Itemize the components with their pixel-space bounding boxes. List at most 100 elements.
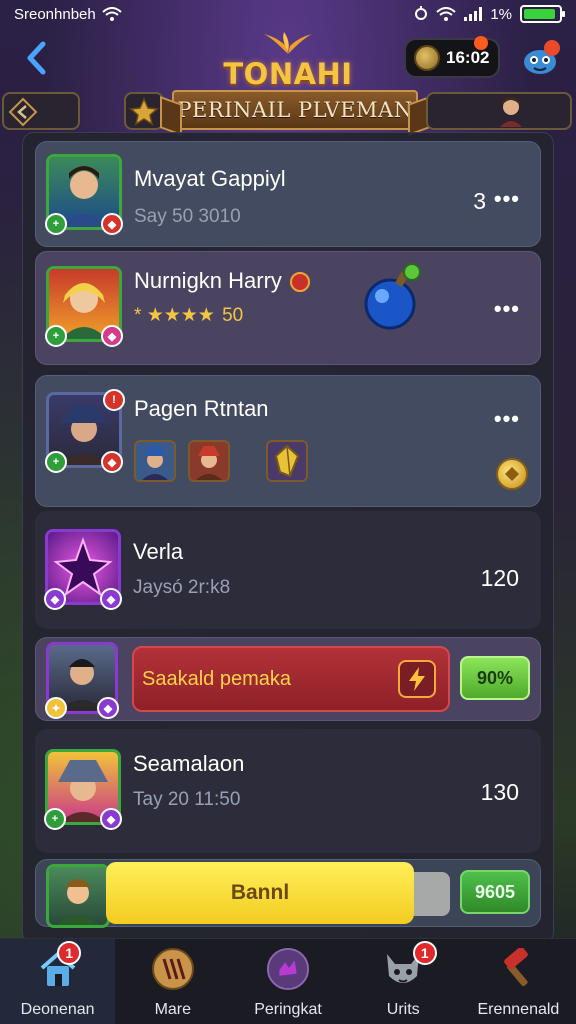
profile-button[interactable] (520, 38, 562, 78)
coin-icon (414, 45, 440, 71)
event-title-banner: PERINAIL PLVEMAN (172, 90, 418, 130)
player-subtitle: Say 50 3010 (134, 206, 241, 227)
level-badge-icon: + (45, 213, 67, 235)
element-badge-icon: ◆ (100, 808, 122, 830)
wifi-icon (102, 7, 122, 21)
hero-mini-icon (500, 97, 522, 127)
player-card[interactable]: + ◆ Mvayat Gappiyl Say 50 3010 3 ••• (35, 141, 541, 247)
level-badge-icon: + (45, 325, 67, 347)
guild-icon (151, 947, 195, 991)
star-icon (129, 97, 159, 126)
team-member-icon[interactable] (134, 440, 176, 482)
element-badge-icon: ◆ (101, 325, 123, 347)
level-badge-icon: + (44, 808, 66, 830)
alert-badge-icon: ! (103, 389, 125, 411)
claim-label: Bannl (230, 881, 290, 904)
team-member-icon[interactable] (188, 440, 230, 482)
nav-item-guild[interactable]: Mare (115, 939, 230, 1024)
player-name: Nurnigkn Harry (134, 268, 282, 293)
player-name: Seamalaon (133, 751, 245, 776)
nav-label: Mare (154, 1001, 192, 1018)
star-value: 50 (222, 305, 244, 326)
player-name: Verla (133, 539, 184, 564)
banner-row: PERINAIL PLVEMAN (0, 88, 576, 134)
player-name: Mvayat Gappiyl (134, 166, 286, 191)
nav-label: Urits (386, 1001, 420, 1018)
character-portrait-icon (57, 879, 99, 925)
element-badge-icon: ◆ (101, 213, 123, 235)
currency-display[interactable]: 16:02 (404, 36, 500, 78)
claim-card[interactable]: Bannl 9605 (35, 859, 541, 928)
game-logo: TONAHI (200, 32, 376, 91)
bottom-navigation: 1 Deonenan Mare Peringkat 1 Urits Erenne… (0, 938, 576, 1024)
left-nav-tab[interactable] (2, 92, 80, 130)
logo-text: TONAHI (223, 57, 353, 91)
right-nav-tab[interactable] (426, 92, 572, 130)
nav-label: Erennenald (477, 1001, 560, 1018)
player-portrait[interactable]: ! + ◆ (45, 389, 125, 473)
currency-value: 16:02 (446, 48, 490, 67)
reward-card[interactable]: ◆ ✦ Saakald pemaka 90% (35, 637, 541, 721)
signal-icon (464, 7, 483, 21)
player-portrait[interactable]: + ◆ (45, 154, 123, 235)
player-portrait[interactable]: + ◆ (45, 266, 123, 347)
reward-bar[interactable]: Saakald pemaka (132, 646, 450, 712)
star-prefix: * (134, 305, 142, 326)
leaderboard-panel: + ◆ Mvayat Gappiyl Say 50 3010 3 ••• + ◆… (22, 132, 554, 944)
element-badge-icon: ◆ (101, 451, 123, 473)
star-icons: ★★★★ (146, 305, 215, 326)
ranking-icon (266, 947, 310, 991)
gem-item-icon[interactable] (266, 440, 308, 482)
claim-value-button[interactable]: 9605 (460, 870, 530, 914)
battery-level-fill (524, 9, 555, 19)
nav-item-ranking[interactable]: Peringkat (230, 939, 345, 1024)
energy-button[interactable] (398, 660, 436, 698)
more-options-button[interactable]: ••• (494, 406, 520, 432)
level-badge-icon: ✦ (45, 697, 67, 719)
more-options-button[interactable]: ••• (494, 296, 520, 322)
player-score: 130 (480, 779, 519, 805)
mascot-avatar-icon (524, 40, 560, 74)
player-score: 3 (473, 188, 486, 214)
nav-label: Peringkat (254, 1001, 322, 1018)
element-badge-icon: ◆ (97, 697, 119, 719)
player-subtitle: Jaysó 2r:k8 (133, 577, 231, 598)
wifi-icon-right (436, 7, 456, 21)
player-name-row: Nurnigkn Harry (134, 268, 311, 294)
back-button[interactable] (16, 38, 56, 78)
player-portrait[interactable]: + ◆ (44, 749, 122, 830)
claim-bar[interactable]: Bannl (106, 862, 414, 924)
more-options-button[interactable]: ••• (494, 186, 520, 212)
player-portrait[interactable]: ◆ ✦ (45, 642, 119, 719)
reward-label: Saakald pemaka (142, 668, 291, 690)
claim-percent-button[interactable]: 90% (460, 656, 530, 700)
level-badge-icon: + (45, 451, 67, 473)
alarm-icon (415, 6, 428, 20)
battery-text: 1% (490, 5, 512, 23)
chevron-left-icon (27, 41, 46, 75)
player-portrait[interactable]: ◆ ◆ (44, 529, 122, 610)
banner-title: PERINAIL PLVEMAN (177, 98, 413, 122)
player-card[interactable]: + ◆ Nurnigkn Harry * ★★★★ 50 ••• (35, 251, 541, 365)
top-header: TONAHI 16:02 (0, 28, 576, 91)
player-subtitle: Tay 20 11:50 (133, 789, 241, 810)
bomb-potion-icon (364, 263, 421, 330)
player-score: 120 (480, 565, 519, 591)
alert-icon (290, 272, 311, 293)
player-card[interactable]: + ◆ Seamalaon Tay 20 11:50 130 (35, 729, 541, 853)
nav-item-home[interactable]: 1 Deonenan (0, 939, 116, 1024)
nav-item-forge[interactable]: Erennenald (461, 939, 576, 1024)
level-badge-icon: ◆ (44, 588, 66, 610)
player-card[interactable]: ! + ◆ Pagen Rtntan ••• (35, 375, 541, 507)
nav-label: Deonenan (20, 1001, 95, 1018)
reward-token-icon[interactable] (496, 458, 528, 490)
status-bar: Sreonhnbeh 1% (0, 0, 576, 28)
bar-end-cap (414, 872, 450, 916)
hammer-icon (496, 947, 540, 991)
nav-item-pets[interactable]: 1 Urits (346, 939, 461, 1024)
wings-emblem-icon (264, 32, 312, 54)
player-card[interactable]: ◆ ◆ Verla Jaysó 2r:k8 120 (35, 511, 541, 629)
star-tab[interactable] (124, 92, 164, 130)
player-portrait[interactable] (46, 864, 110, 928)
player-name: Pagen Rtntan (134, 396, 269, 421)
